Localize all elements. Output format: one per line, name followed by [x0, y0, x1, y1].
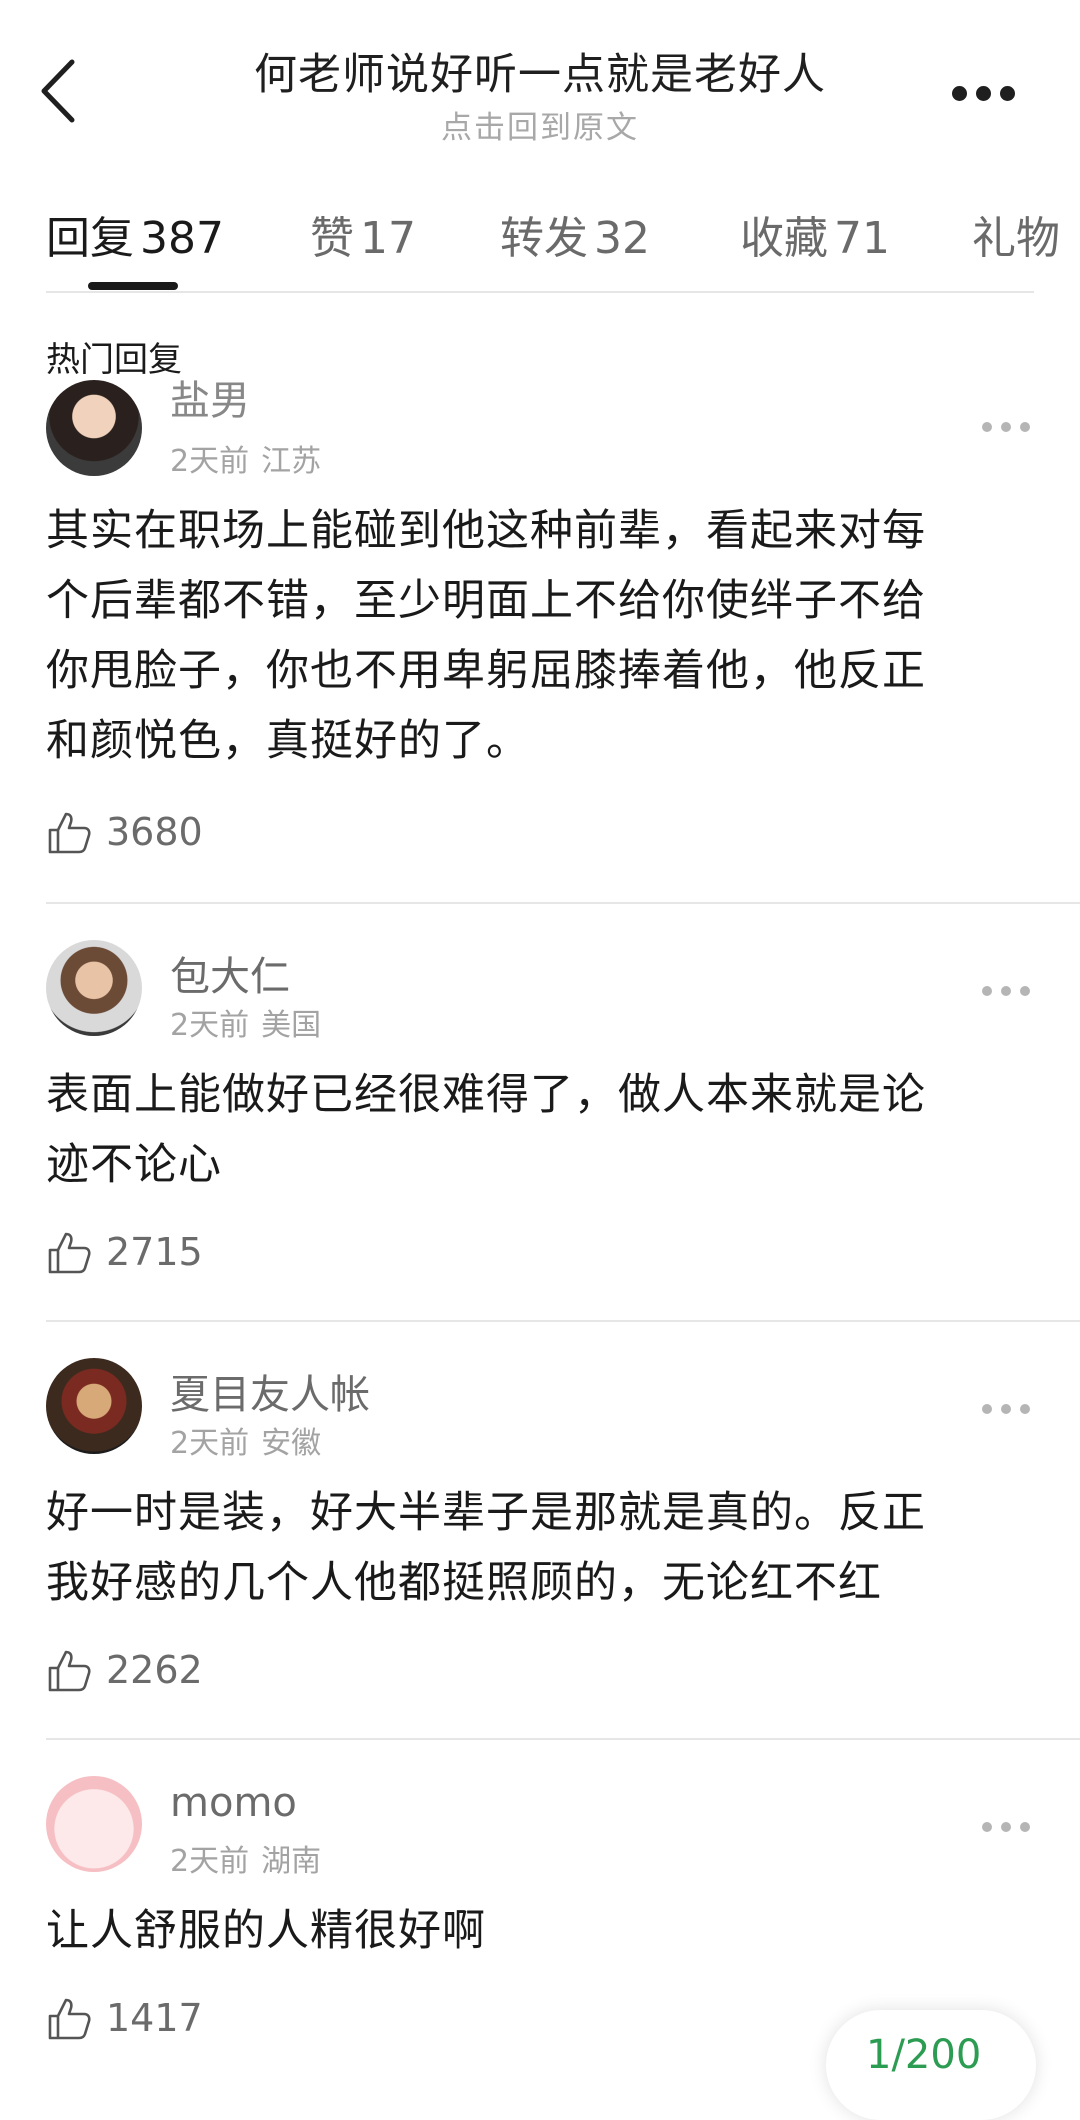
comment-location: 美国 — [261, 1008, 322, 1043]
comment-more-icon[interactable] — [982, 1402, 1030, 1416]
comment-line: 让人舒服的人精很好啊 — [46, 1906, 486, 1956]
comment-more-icon[interactable] — [982, 420, 1030, 434]
comment-line: 其实在职场上能碰到他这种前辈，看起来对每 — [46, 506, 926, 556]
comment-item: 包大仁 2天前 美国 表面上能做好已经很难得了，做人本来就是论 迹不论心 2715 — [0, 940, 1080, 1320]
active-tab-indicator — [88, 282, 178, 290]
comment-item: 夏目友人帐 2天前 安徽 好一时是装，好大半辈子是那就是真的。反正 我好感的几个人… — [0, 1358, 1080, 1738]
comment-line: 个后辈都不错，至少明面上不给你使绊子不给 — [46, 576, 926, 626]
comment-line: 好一时是装，好大半辈子是那就是真的。反正 — [46, 1488, 926, 1538]
username[interactable]: 包大仁 — [170, 944, 290, 1002]
page-title[interactable]: 何老师说好听一点就是老好人 — [140, 40, 940, 102]
comment-meta: 2天前 美国 — [170, 1000, 321, 1044]
comment-line: 表面上能做好已经很难得了，做人本来就是论 — [46, 1070, 926, 1120]
back-arrow-icon[interactable] — [36, 56, 88, 126]
like-count: 1417 — [106, 1996, 203, 2040]
tabs-divider — [46, 291, 1034, 293]
like-count: 2715 — [106, 1230, 203, 1274]
comment-divider — [46, 902, 1080, 904]
comment-time: 2天前 — [170, 1008, 250, 1043]
comment-time: 2天前 — [170, 1844, 250, 1879]
back-to-original-link[interactable]: 点击回到原文 — [140, 102, 940, 147]
tab-likes[interactable]: 赞 17 — [310, 202, 416, 266]
tab-count: 387 — [140, 213, 224, 264]
tab-label: 礼物 — [972, 213, 1060, 264]
tab-favorites[interactable]: 收藏 71 — [740, 202, 890, 266]
comment-meta: 2天前 安徽 — [170, 1418, 321, 1462]
avatar[interactable] — [46, 940, 142, 1036]
like-count: 2262 — [106, 1648, 203, 1692]
avatar[interactable] — [46, 380, 142, 476]
tab-gifts[interactable]: 礼物 — [972, 202, 1060, 266]
comment-location: 安徽 — [261, 1426, 322, 1461]
comment-more-icon[interactable] — [982, 984, 1030, 998]
comment-line: 你甩脸子，你也不用卑躬屈膝捧着他，他反正 — [46, 646, 926, 696]
page-indicator[interactable]: 1/200 — [826, 2010, 1036, 2120]
comment-meta: 2天前 湖南 — [170, 1836, 321, 1880]
tab-count: 17 — [360, 213, 416, 264]
top-bar: 何老师说好听一点就是老好人 点击回到原文 — [0, 0, 1080, 170]
tab-label: 收藏 — [740, 213, 828, 264]
comment-text: 好一时是装，好大半辈子是那就是真的。反正 我好感的几个人他都挺照顾的，无论红不红 — [46, 1478, 1046, 1618]
tab-label: 赞 — [310, 213, 354, 264]
username[interactable]: momo — [170, 1780, 297, 1826]
thumbs-up-icon — [48, 812, 91, 854]
comment-text: 其实在职场上能碰到他这种前辈，看起来对每 个后辈都不错，至少明面上不给你使绊子不… — [46, 496, 1046, 776]
comment-location: 江苏 — [261, 444, 322, 479]
comment-time: 2天前 — [170, 444, 250, 479]
page-indicator-text: 1/200 — [866, 2032, 982, 2078]
tab-count: 32 — [594, 213, 650, 264]
username[interactable]: 盐男 — [170, 368, 250, 426]
tab-label: 回复 — [46, 213, 134, 264]
tab-reposts[interactable]: 转发 32 — [500, 202, 650, 266]
comment-line: 我好感的几个人他都挺照顾的，无论红不红 — [46, 1558, 882, 1608]
comment-divider — [46, 1738, 1080, 1740]
comment-text: 表面上能做好已经很难得了，做人本来就是论 迹不论心 — [46, 1060, 1046, 1200]
comment-item: 盐男 2天前 江苏 其实在职场上能碰到他这种前辈，看起来对每 个后辈都不错，至少明… — [0, 378, 1080, 910]
comment-line: 和颜悦色，真挺好的了。 — [46, 716, 530, 766]
thumbs-up-icon — [48, 1998, 91, 2040]
avatar[interactable] — [46, 1358, 142, 1454]
avatar[interactable] — [46, 1776, 142, 1872]
comment-location: 湖南 — [261, 1844, 322, 1879]
tab-replies[interactable]: 回复 387 — [46, 202, 224, 266]
tab-bar: 回复 387 赞 17 转发 32 收藏 71 礼物 — [0, 170, 1080, 292]
comment-text: 让人舒服的人精很好啊 — [46, 1896, 1046, 1966]
more-options-icon[interactable] — [952, 84, 1016, 104]
comment-time: 2天前 — [170, 1426, 250, 1461]
like-count: 3680 — [106, 810, 203, 854]
username[interactable]: 夏目友人帐 — [170, 1362, 370, 1420]
comment-more-icon[interactable] — [982, 1820, 1030, 1834]
hot-replies-label: 热门回复 — [46, 340, 182, 380]
thumbs-up-icon — [48, 1232, 91, 1274]
tab-count: 71 — [834, 213, 890, 264]
tab-label: 转发 — [500, 213, 588, 264]
comment-divider — [46, 1320, 1080, 1322]
comment-line: 迹不论心 — [46, 1140, 222, 1190]
comment-meta: 2天前 江苏 — [170, 436, 321, 480]
thumbs-up-icon — [48, 1650, 91, 1692]
